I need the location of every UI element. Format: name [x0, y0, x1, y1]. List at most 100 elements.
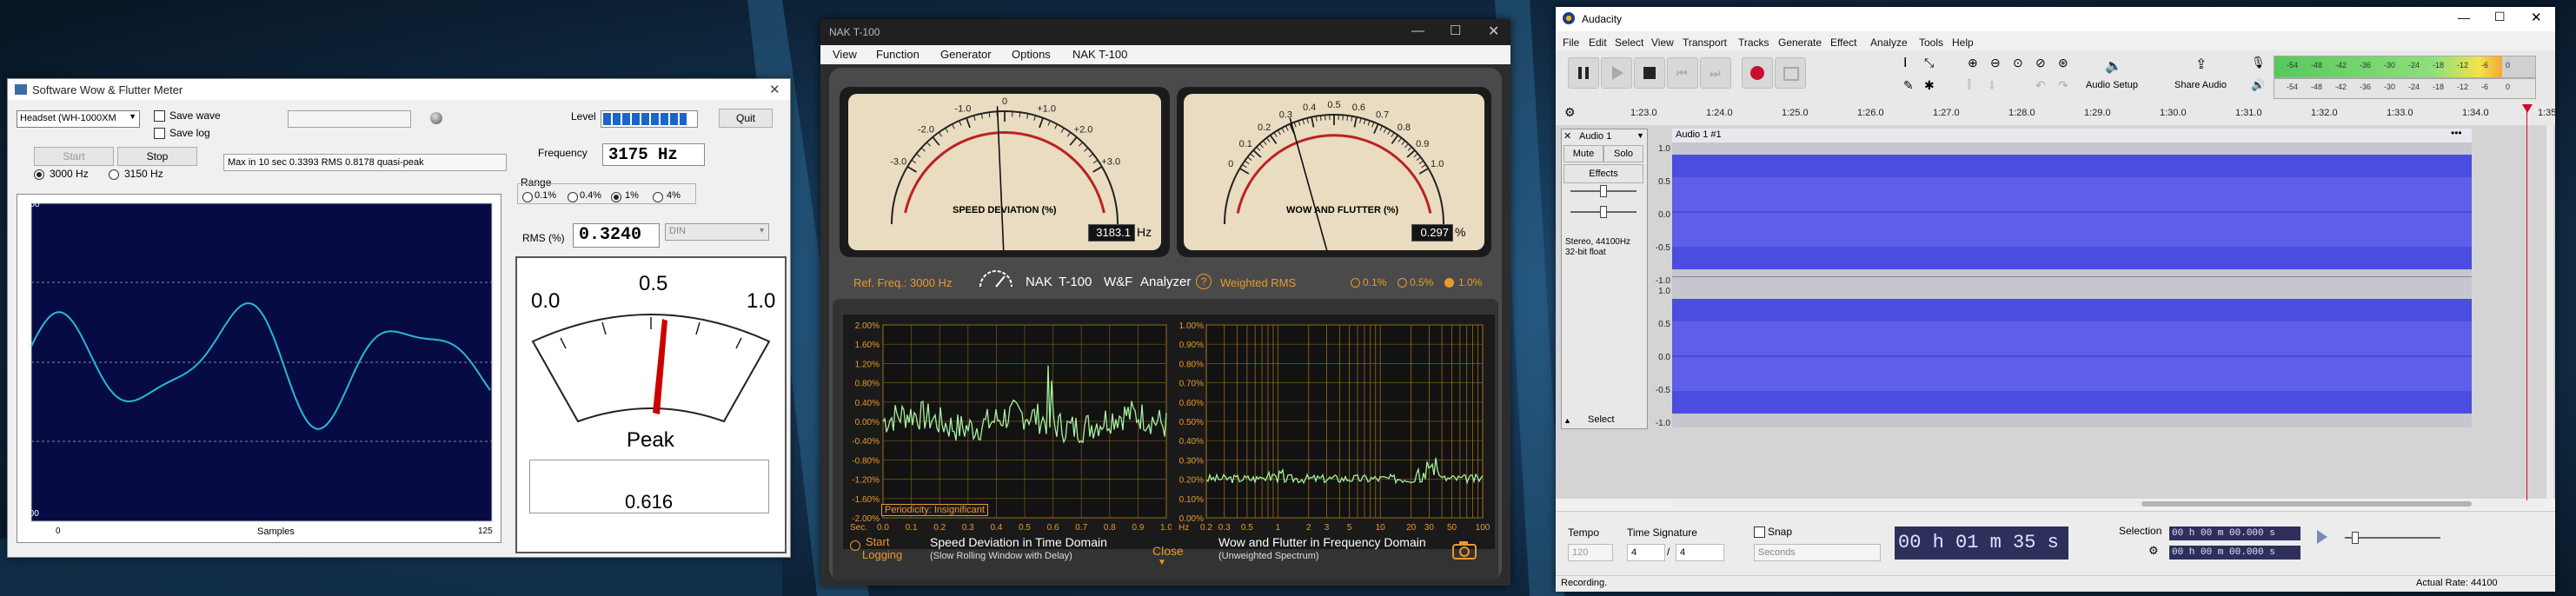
menu-help[interactable]: Help — [1952, 36, 1974, 49]
menu-file[interactable]: File — [1563, 36, 1579, 49]
envelope-tool-icon[interactable]: ⤡ — [1924, 56, 1934, 70]
fit-project-icon[interactable]: ⊘ — [2035, 56, 2046, 70]
vertical-scrollbar[interactable] — [2546, 125, 2553, 499]
track-close-icon[interactable]: ✕ — [1564, 130, 1571, 142]
range-0-1-radio[interactable] — [1351, 278, 1360, 288]
stop-button[interactable] — [1634, 57, 1665, 89]
close-button[interactable]: Close — [1152, 544, 1184, 558]
skip-end-button[interactable]: ⏭ — [1700, 57, 1731, 89]
timesig-denominator[interactable]: 4 — [1676, 544, 1724, 561]
start-logging-label-2[interactable]: Logging — [862, 548, 902, 561]
menu-tracks[interactable]: Tracks — [1738, 36, 1769, 49]
save-wave-checkbox[interactable] — [154, 110, 165, 122]
selection-end[interactable]: 00 h 00 m 00.000 s — [2169, 546, 2300, 560]
playback-speed-slider[interactable] — [2345, 532, 2440, 544]
menu-effect[interactable]: Effect — [1830, 36, 1856, 49]
effects-button[interactable]: Effects — [1564, 164, 1643, 183]
menu-view[interactable]: View — [833, 48, 857, 61]
audio-clip[interactable]: Audio 1 #1 ••• — [1672, 127, 2472, 427]
weighted-rms-label[interactable]: Weighted RMS — [1220, 276, 1296, 289]
menu-nak-t100[interactable]: NAK T-100 — [1072, 48, 1127, 61]
close-icon[interactable]: ✕ — [1488, 23, 1499, 40]
maximize-icon[interactable]: ☐ — [2494, 10, 2506, 24]
trim-icon[interactable]: ⫿ — [1968, 78, 1971, 91]
audio-setup-button[interactable]: 🔈 Audio Setup — [2086, 56, 2138, 97]
range-1-0-radio[interactable] — [1444, 278, 1454, 288]
close-icon[interactable]: ✕ — [769, 82, 780, 97]
menu-function[interactable]: Function — [876, 48, 920, 61]
play-at-speed-icon[interactable] — [2317, 530, 2327, 544]
help-icon[interactable]: ? — [1196, 274, 1212, 289]
record-button[interactable] — [1742, 57, 1773, 89]
menu-tools[interactable]: Tools — [1919, 36, 1943, 49]
timesig-numerator[interactable]: 4 — [1627, 544, 1665, 561]
weighting-select[interactable]: DIN ▼ — [665, 223, 769, 241]
range-1-radio[interactable] — [611, 192, 621, 202]
maximize-icon[interactable]: ☐ — [1450, 23, 1461, 38]
horizontal-scrollbar-thumb[interactable] — [2141, 501, 2472, 507]
silence-icon[interactable]: ⫾ — [1990, 78, 1994, 91]
snap-checkbox[interactable] — [1754, 526, 1765, 538]
undo-icon[interactable]: ↶ — [2035, 78, 2046, 93]
multi-tool-icon[interactable]: ✱ — [1924, 78, 1935, 93]
share-audio-button[interactable]: ⇪ Share Audio — [2174, 56, 2232, 97]
loop-button[interactable] — [1775, 57, 1806, 89]
pan-slider[interactable] — [1570, 206, 1637, 218]
camera-icon[interactable] — [1451, 540, 1477, 560]
fit-selection-icon[interactable]: ⊙ — [2013, 56, 2023, 70]
selection-tool-icon[interactable]: I — [1903, 56, 1907, 71]
zoom-in-icon[interactable]: ⊕ — [1968, 56, 1978, 70]
zoom-out-icon[interactable]: ⊖ — [1990, 56, 2001, 70]
snap-unit-select[interactable]: Seconds — [1754, 544, 1881, 561]
menu-generate[interactable]: Generate — [1778, 36, 1822, 49]
menu-edit[interactable]: Edit — [1589, 36, 1607, 49]
timeline-ruler[interactable]: ⚙ 1:23.0 1:24.0 1:25.0 1:26.0 1:27.0 1:28.0 1:… — [1556, 101, 2565, 126]
freq-3150-radio[interactable] — [109, 169, 119, 180]
pan-slider-handle[interactable] — [1600, 206, 1607, 218]
zoom-toggle-icon[interactable]: ⊛ — [2058, 56, 2068, 70]
playback-meter[interactable]: -54 -48 -42 -36 -30 -24 -18 -12 -6 0 — [2274, 78, 2536, 99]
menu-analyze[interactable]: Analyze — [1870, 36, 1908, 49]
menu-view[interactable]: View — [1651, 36, 1674, 49]
time-display[interactable]: 00 h 01 m 35 s — [1895, 526, 2068, 560]
menu-transport[interactable]: Transport — [1683, 36, 1727, 49]
solo-button[interactable]: Solo — [1603, 145, 1643, 162]
stop-button[interactable]: Stop — [117, 147, 197, 166]
skip-start-button[interactable]: ⏮ — [1667, 57, 1698, 89]
playback-meter-icon[interactable]: 🔊 — [2251, 78, 2265, 92]
menu-options[interactable]: Options — [1012, 48, 1051, 61]
start-logging-label[interactable]: Start — [866, 535, 889, 548]
draw-tool-icon[interactable]: ✎ — [1903, 78, 1914, 93]
start-logging-radio[interactable] — [850, 540, 860, 551]
track-name[interactable]: Audio 1 — [1579, 131, 1611, 142]
range-0-1-radio[interactable] — [522, 192, 533, 202]
start-button[interactable]: Start — [34, 147, 114, 166]
track-menu-chevron-icon[interactable]: ▼ — [1637, 131, 1644, 140]
quit-button[interactable]: Quit — [719, 109, 773, 128]
selection-gear-icon[interactable]: ⚙ — [2148, 544, 2159, 558]
gain-slider-handle[interactable] — [1600, 185, 1607, 197]
pause-button[interactable] — [1568, 57, 1599, 89]
freq-3000-radio[interactable] — [34, 169, 44, 180]
record-meter[interactable]: -54 -48 -42 -36 -30 -24 -18 -12 -6 0 — [2274, 56, 2536, 78]
minimize-icon[interactable]: — — [1411, 23, 1424, 38]
gain-slider[interactable] — [1570, 185, 1637, 197]
menu-select[interactable]: Select — [1615, 36, 1643, 49]
play-button[interactable] — [1601, 57, 1632, 89]
close-icon[interactable]: ✕ — [2531, 10, 2542, 25]
device-select[interactable]: Headset (WH-1000XM ▼ — [17, 110, 140, 128]
minimize-icon[interactable]: — — [2458, 10, 2470, 24]
selection-start[interactable]: 00 h 00 m 00.000 s — [2169, 526, 2300, 540]
save-log-checkbox[interactable] — [154, 128, 165, 139]
redo-icon[interactable]: ↷ — [2058, 78, 2068, 93]
playback-speed-handle[interactable] — [2352, 532, 2359, 544]
menu-generator[interactable]: Generator — [940, 48, 992, 61]
range-4-radio[interactable] — [653, 192, 663, 202]
tempo-input[interactable]: 120 — [1568, 544, 1613, 561]
select-track-button[interactable]: Select — [1588, 414, 1615, 425]
range-0-5-radio[interactable] — [1398, 278, 1407, 288]
collapse-icon[interactable]: ▲ — [1564, 416, 1571, 425]
horizontal-scrollbar[interactable] — [1672, 500, 2541, 507]
range-0-4-radio[interactable] — [568, 192, 578, 202]
mute-button[interactable]: Mute — [1564, 145, 1603, 162]
